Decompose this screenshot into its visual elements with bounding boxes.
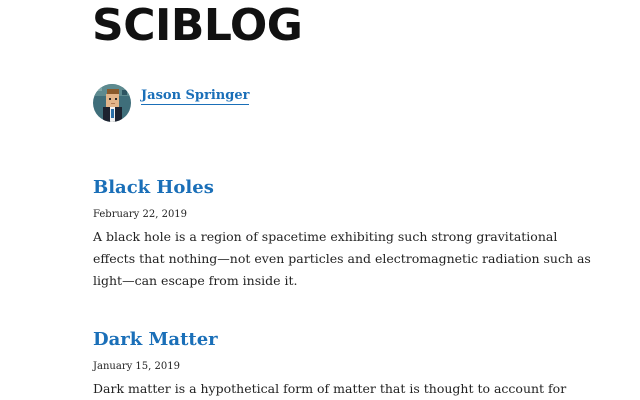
pixel-avatar-icon	[93, 84, 131, 122]
post-title-link[interactable]: Dark Matter	[93, 327, 593, 353]
post-date: February 22, 2019	[93, 209, 188, 220]
post-card: Black Holes February 22, 2019 A black ho…	[93, 175, 593, 305]
post-excerpt: Dark matter is a hypothetical form of ma…	[93, 381, 567, 396]
author-link[interactable]: Jason Springer	[141, 88, 250, 105]
post-date: January 15, 2019	[93, 361, 180, 372]
site-title[interactable]: SCIBLOG	[92, 0, 303, 54]
post-title-link[interactable]: Black Holes	[93, 175, 593, 201]
author-bio: Jason Springer	[93, 84, 250, 122]
post-card: Dark Matter January 15, 2019 Dark matter…	[93, 327, 593, 400]
post-excerpt: A black hole is a region of spacetime ex…	[93, 229, 591, 288]
blog-page: SCIBLOG Jason Springer Black Holes Febru…	[0, 0, 640, 400]
